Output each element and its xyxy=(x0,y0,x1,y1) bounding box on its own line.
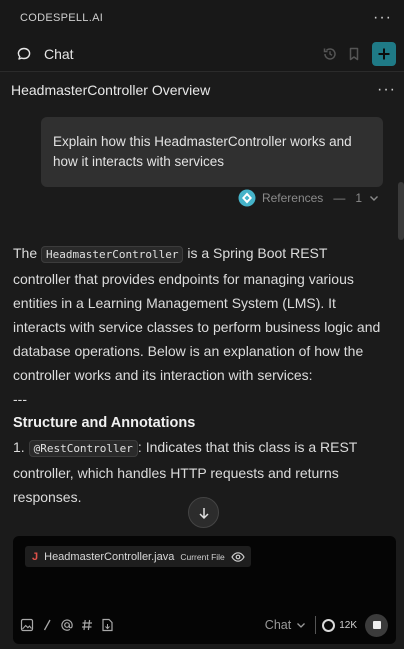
stop-icon xyxy=(372,621,381,629)
answer-text: The xyxy=(13,245,42,261)
chevron-down-icon xyxy=(370,196,378,201)
list-number: 1. xyxy=(13,439,29,455)
codespell-logo-icon xyxy=(238,189,256,207)
composer-tools xyxy=(20,616,265,634)
section-heading: Structure and Annotations xyxy=(13,415,196,431)
token-usage: 12K xyxy=(322,618,357,632)
history-icon[interactable] xyxy=(318,42,342,66)
token-ring-icon xyxy=(322,618,336,632)
chat-bubble-icon xyxy=(12,42,36,66)
context-file-chip[interactable]: J HeadmasterController.java Current File xyxy=(25,546,251,567)
user-message: Explain how this HeadmasterController wo… xyxy=(41,117,383,187)
plus-icon xyxy=(378,48,390,59)
separator: --- xyxy=(13,391,27,407)
conversation-title: HeadmasterController Overview xyxy=(11,82,211,98)
eye-icon[interactable] xyxy=(231,551,245,563)
mode-select[interactable]: Chat xyxy=(265,618,307,632)
toolbar-divider xyxy=(315,616,317,634)
conversation-header: HeadmasterController Overview ··· xyxy=(0,73,404,107)
scroll-to-bottom-button[interactable] xyxy=(188,497,219,528)
composer-toolbar: Chat 12K xyxy=(20,612,388,638)
context-file-name: HeadmasterController.java xyxy=(44,550,175,563)
references-toggle[interactable]: References — 1 xyxy=(238,187,380,209)
image-icon[interactable] xyxy=(20,616,34,634)
new-chat-button[interactable] xyxy=(372,41,396,66)
mode-label: Chat xyxy=(264,618,292,632)
current-file-tag: Current File xyxy=(180,551,225,562)
references-count: 1 xyxy=(355,191,362,205)
arrow-down-icon xyxy=(198,507,209,519)
references-dash: — xyxy=(333,191,346,205)
top-bar: CODESPELL.AI ··· xyxy=(0,0,404,36)
file-attach-icon[interactable] xyxy=(100,616,114,634)
message-composer[interactable]: J HeadmasterController.java Current File… xyxy=(13,536,396,644)
chat-content[interactable]: Explain how this HeadmasterController wo… xyxy=(0,107,398,532)
answer-paragraph: The HeadmasterController is a Spring Boo… xyxy=(13,241,383,387)
answer-text: is a Spring Boot REST controller that pr… xyxy=(13,245,381,383)
scrollbar-thumb[interactable] xyxy=(398,182,404,240)
chat-header: Chat xyxy=(0,36,404,72)
token-count: 12K xyxy=(339,619,357,631)
more-options-button[interactable]: ··· xyxy=(373,10,392,26)
stop-button[interactable] xyxy=(365,613,388,637)
conversation-more-button[interactable]: ··· xyxy=(377,81,396,99)
chevron-down-icon xyxy=(297,623,306,628)
slash-command-icon[interactable] xyxy=(40,616,54,634)
mention-icon[interactable] xyxy=(60,616,74,634)
inline-code: HeadmasterController xyxy=(41,246,184,263)
java-file-icon: J xyxy=(32,550,39,563)
hash-icon[interactable] xyxy=(80,616,94,634)
brand-label: CODESPELL.AI xyxy=(20,12,104,24)
assistant-answer: The HeadmasterController is a Spring Boo… xyxy=(13,241,383,509)
inline-code: @RestController xyxy=(28,440,138,457)
references-label: References xyxy=(261,191,324,205)
bookmark-icon[interactable] xyxy=(342,42,366,66)
chat-title: Chat xyxy=(44,45,74,62)
